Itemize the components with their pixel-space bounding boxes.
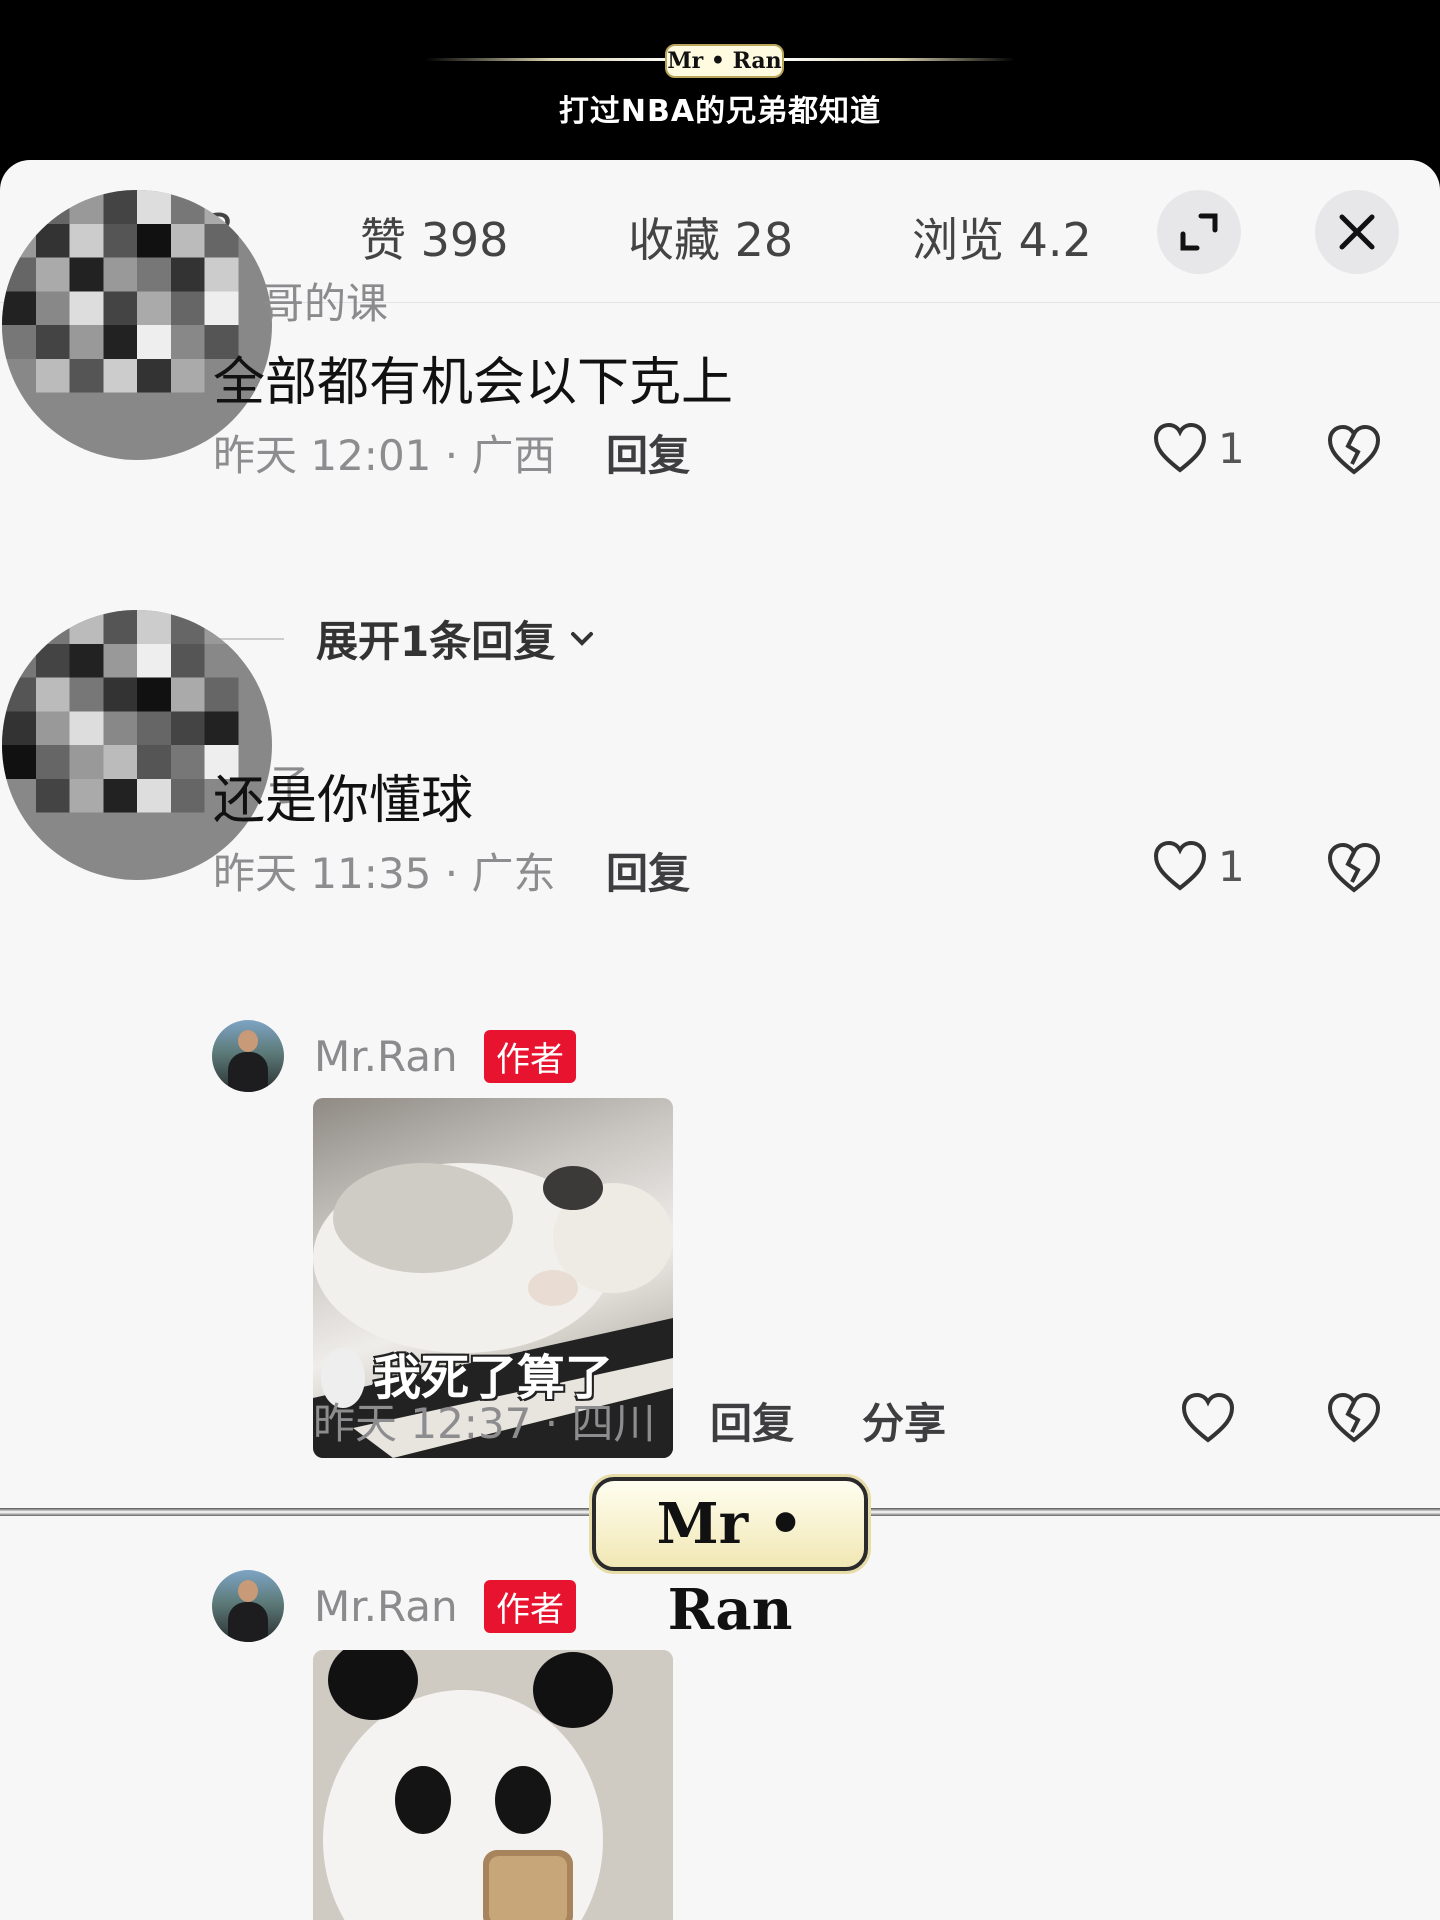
watermark-logo: Mr • Ran (592, 1477, 868, 1643)
reply-button[interactable]: 回复 (606, 840, 690, 901)
comment-author[interactable]: 哥的课 (262, 270, 388, 331)
heart-icon (1153, 422, 1207, 473)
broken-heart-icon (1327, 424, 1381, 475)
like-button[interactable]: 1 (1152, 840, 1245, 892)
comment-text: 还是你懂球 (213, 771, 474, 831)
like-count: 1 (1218, 423, 1245, 473)
close-icon (1339, 214, 1375, 250)
author-badge: 作者 (484, 1030, 576, 1083)
banner-line-left (425, 58, 680, 61)
reply-author[interactable]: Mr.Ran (314, 1032, 458, 1081)
dislike-button[interactable] (1326, 1392, 1382, 1448)
comment-text: 全部都有机会以下克上 (213, 353, 734, 413)
banner-line-right (775, 58, 1015, 61)
expand-replies[interactable]: 展开1条回复 (214, 608, 599, 669)
comment-meta: 昨天 12:01 · 广西 (213, 431, 556, 480)
close-button[interactable] (1315, 190, 1399, 274)
heart-icon (1153, 840, 1207, 891)
expand-divider (214, 637, 284, 640)
dislike-button[interactable] (1326, 842, 1382, 898)
comment-avatar[interactable] (2, 190, 272, 460)
banner-subtitle: 打过NBA的兄弟都知道 (558, 94, 882, 129)
banner-logo: Mr • Ran (665, 44, 784, 78)
like-button[interactable]: 1 (1152, 422, 1245, 474)
like-count: 1 (1218, 841, 1245, 891)
heart-icon (1181, 1392, 1235, 1443)
comments-sheet: 3 赞 398 收藏 28 浏览 4.2 哥的课 全部都有机会以下克上 (0, 160, 1440, 1920)
share-button[interactable]: 分享 (862, 1390, 946, 1451)
expand-button[interactable] (1157, 190, 1241, 274)
reply-button[interactable]: 回复 (710, 1390, 794, 1451)
like-button[interactable] (1180, 1392, 1236, 1444)
reply-button[interactable]: 回复 (606, 422, 690, 483)
stat-views[interactable]: 浏览 4.2 (912, 204, 1094, 270)
author-badge: 作者 (484, 1580, 576, 1633)
author-avatar[interactable] (212, 1020, 284, 1092)
expand-icon (1180, 213, 1218, 251)
chevron-down-icon (571, 631, 594, 646)
sticker-image[interactable] (313, 1650, 673, 1920)
reply-author[interactable]: Mr.Ran (314, 1582, 458, 1631)
author-avatar[interactable] (212, 1570, 284, 1642)
stat-likes[interactable]: 赞 398 (360, 204, 508, 270)
video-banner: Mr • Ran 打过NBA的兄弟都知道 (0, 0, 1440, 160)
panda-sticker-art (313, 1650, 673, 1920)
broken-heart-icon (1327, 842, 1381, 893)
broken-heart-icon (1327, 1392, 1381, 1443)
stat-favorites[interactable]: 收藏 28 (628, 204, 793, 270)
reply-meta: 昨天 12:37 · 四川 (313, 1399, 656, 1448)
dislike-button[interactable] (1326, 424, 1382, 480)
expand-replies-label: 展开1条回复 (316, 617, 556, 666)
comment-meta: 昨天 11:35 · 广东 (213, 849, 556, 898)
